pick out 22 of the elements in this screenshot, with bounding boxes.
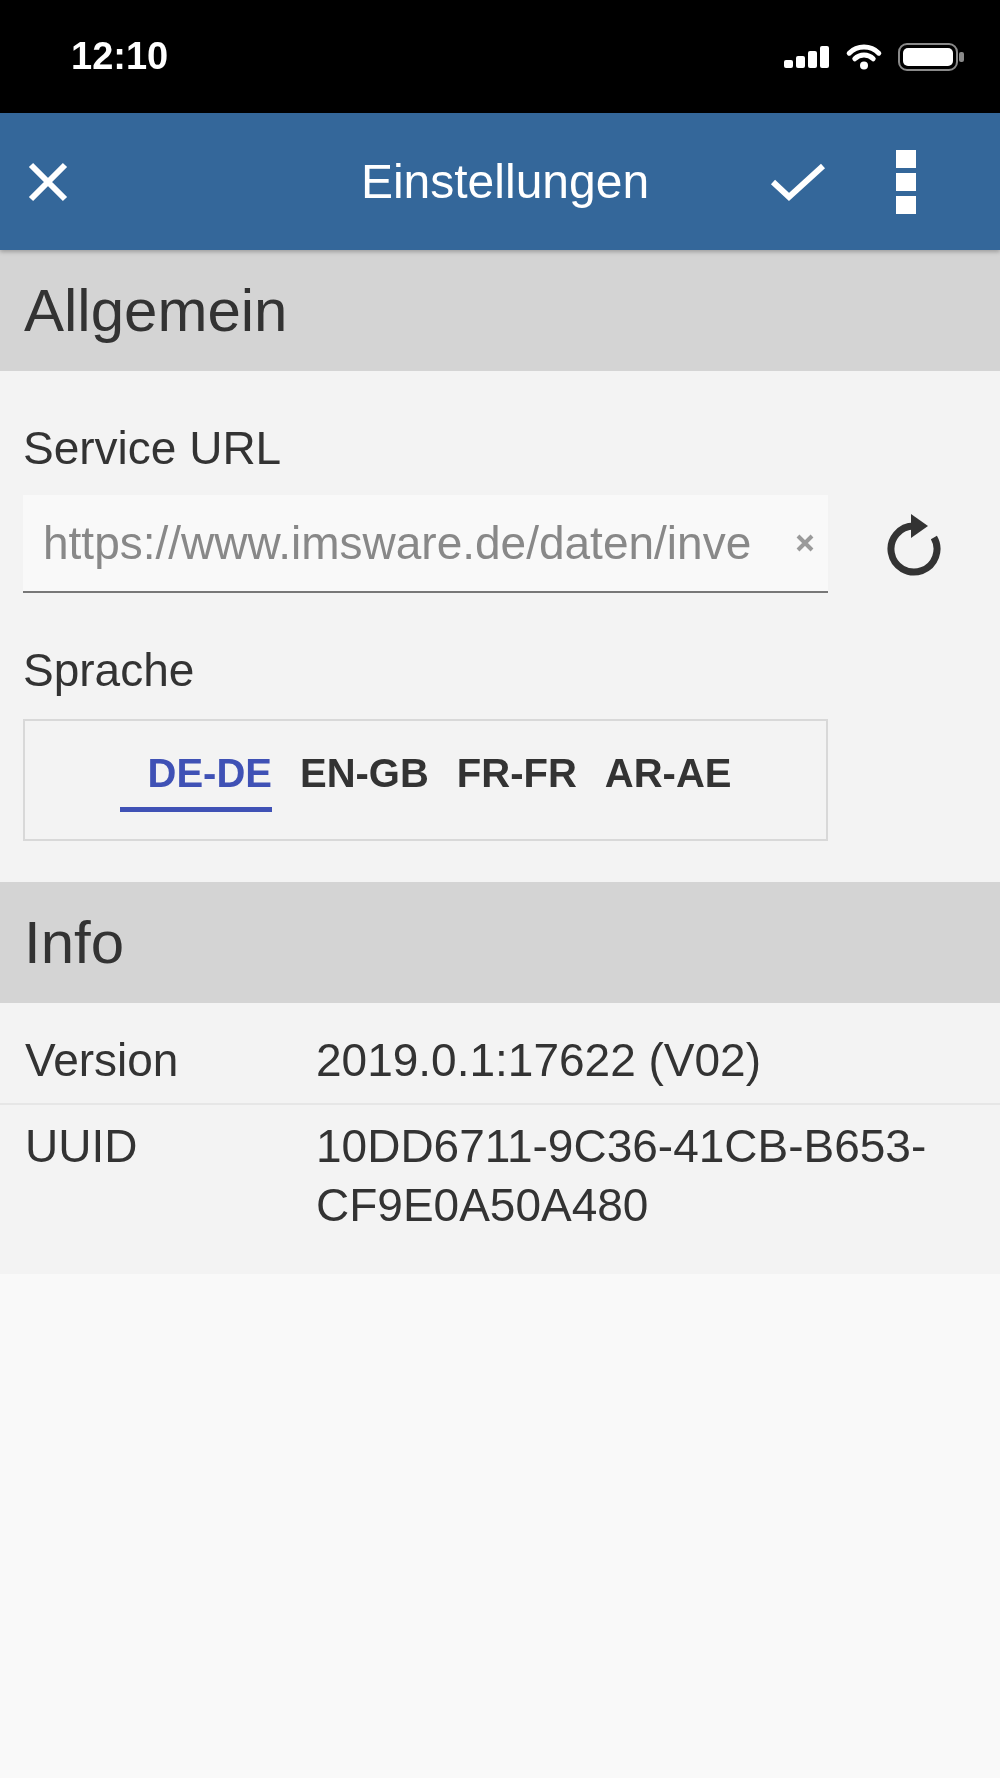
battery-icon [898, 42, 964, 71]
language-tab[interactable]: FR-FR [428, 740, 577, 812]
check-icon[interactable] [770, 161, 826, 202]
section-header: Allgemein [0, 250, 1000, 371]
section-header: Info [0, 882, 1000, 1003]
info-label: Version [25, 1033, 180, 1088]
field-label: Sprache [23, 643, 196, 698]
status-time: 12:10 [71, 35, 169, 78]
language-tab[interactable]: EN-GB [271, 740, 429, 812]
signal-icon [784, 45, 830, 68]
refresh-icon[interactable] [884, 511, 944, 577]
more-icon[interactable] [896, 149, 916, 214]
info-value: 2019.0.1:17622 (V02) [316, 1033, 763, 1088]
language-tab[interactable]: AR-AE [576, 740, 732, 812]
info-value: 10DD6711-9C36-41CB-B653-CF9E0A50A480 [316, 1119, 928, 1233]
language-tab[interactable]: DE-DE [119, 740, 272, 812]
clear-icon[interactable] [796, 534, 814, 552]
info-label: UUID [25, 1119, 139, 1174]
field-label: Service URL [23, 421, 283, 476]
app-title: Einstellungen [359, 154, 650, 209]
wifi-icon [844, 42, 884, 71]
close-icon[interactable] [28, 161, 68, 202]
